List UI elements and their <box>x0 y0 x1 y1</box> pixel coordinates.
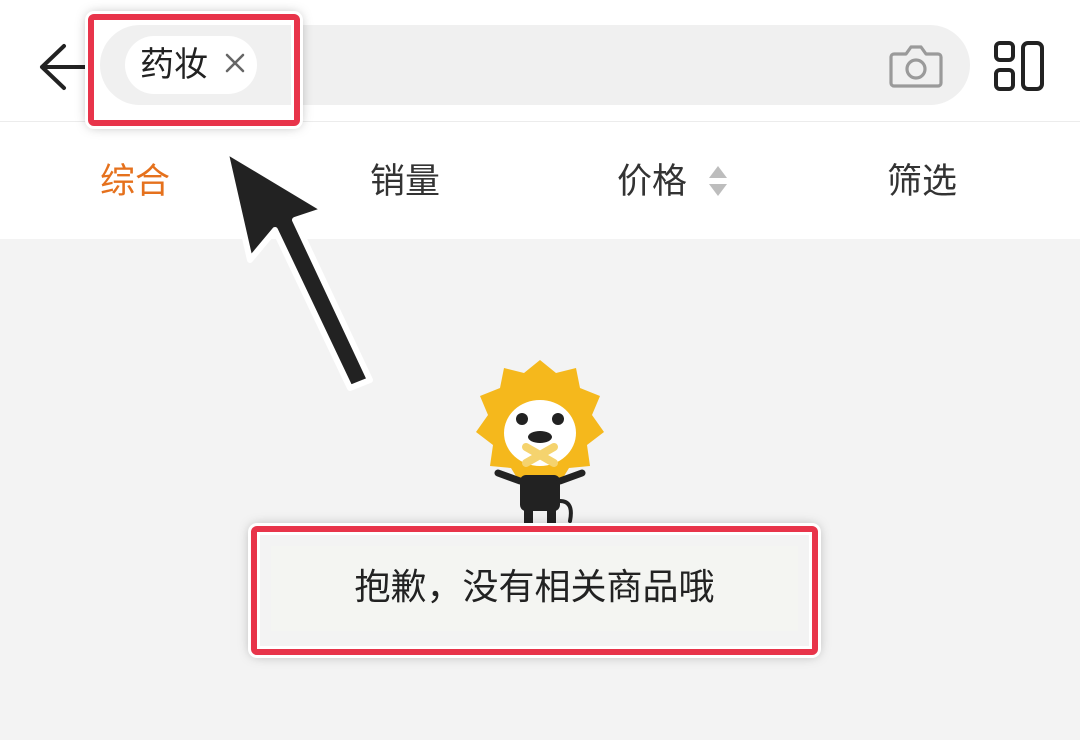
lion-mascot <box>476 360 604 523</box>
tab-price[interactable]: 价格 <box>617 160 687 204</box>
tab-filter[interactable]: 筛选 <box>887 160 957 204</box>
tab-overall[interactable]: 综合 <box>100 160 170 204</box>
empty-result-message: 抱歉，没有相关商品哦 <box>354 567 715 608</box>
camera-icon[interactable] <box>888 40 944 90</box>
back-arrow-icon[interactable] <box>34 40 88 94</box>
sort-icon[interactable] <box>705 163 731 199</box>
grid-icon[interactable] <box>993 40 1045 92</box>
highlight-box-search-tag <box>88 14 300 126</box>
annotation-arrow <box>222 147 373 391</box>
